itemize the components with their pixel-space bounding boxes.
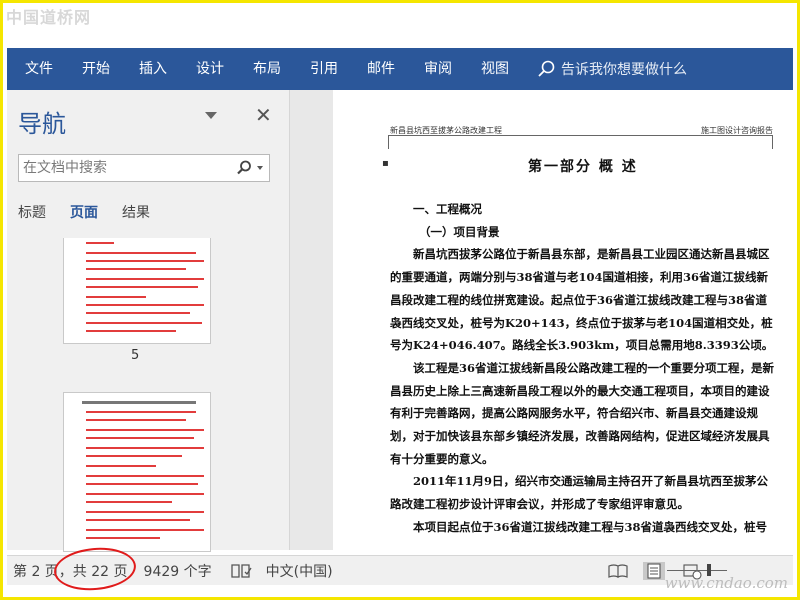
thumbnail-text (86, 268, 186, 270)
thumbnail-text (86, 437, 194, 439)
nav-tab-headings[interactable]: 标题 (18, 202, 46, 222)
tell-me-text: 告诉我你想要做什么 (561, 62, 687, 78)
margin-corner-marker (772, 135, 773, 149)
tell-me-box[interactable]: 告诉我你想要做什么 (537, 59, 687, 79)
thumbnail-text (82, 401, 196, 404)
nav-tab-pages[interactable]: 页面 (70, 202, 98, 222)
thumbnail-text (86, 322, 202, 324)
section-heading: 一、工程概况 (413, 202, 482, 216)
document-page[interactable]: 新昌县坑西至拔茅公路改建工程 施工图设计咨询报告 ▪ 第一部分 概 述 一、工程… (333, 90, 793, 550)
chevron-down-icon[interactable] (257, 166, 263, 170)
thumbnail-text (86, 455, 182, 457)
ribbon-tabs: 文件 开始 插入 设计 布局 引用 邮件 审阅 视图 告诉我你想要做什么 (7, 48, 793, 90)
thumbnail-text (86, 242, 114, 244)
thumbnail-text (86, 493, 204, 495)
print-layout-icon[interactable] (643, 561, 665, 580)
body-paragraph: 新昌坑西拔茅公路位于新昌县东部，是新昌县工业园区通达新昌县城区的重要通道，两端分… (390, 247, 774, 353)
thumbnail-text (86, 511, 204, 513)
word-count[interactable]: 9429 个字 (138, 561, 218, 581)
thumbnail-text (86, 447, 204, 449)
thumbnail-text (86, 260, 204, 262)
tab-review[interactable]: 审阅 (409, 48, 466, 90)
navigation-pane: 导航 ✕ 标题 页面 结果 5 (7, 90, 290, 552)
thumbnail-text (86, 411, 196, 413)
document-area[interactable]: 新昌县坑西至拔茅公路改建工程 施工图设计咨询报告 ▪ 第一部分 概 述 一、工程… (290, 90, 793, 550)
subsection-heading: （一）项目背景 (419, 224, 500, 239)
proofing-icon[interactable] (230, 563, 252, 579)
tab-view[interactable]: 视图 (466, 48, 523, 90)
nav-tab-results[interactable]: 结果 (122, 202, 150, 222)
thumbnail-text (86, 304, 204, 306)
thumbnail-text (86, 286, 198, 288)
language-indicator[interactable]: 中文(中国) (260, 561, 339, 581)
header-rule (388, 135, 773, 136)
margin-corner-marker (388, 135, 389, 149)
nav-tabs: 标题 页面 结果 (18, 202, 174, 222)
thumbnail-text (86, 419, 186, 421)
tab-file[interactable]: 文件 (7, 48, 67, 90)
thumbnail-text (86, 483, 198, 485)
page-thumbnail[interactable] (63, 238, 211, 344)
thumbnail-text (86, 278, 204, 280)
thumbnail-text (86, 429, 204, 431)
nav-title: 导航 (18, 110, 66, 138)
body-paragraph: 2011年11月9日，绍兴市交通运输局主持召开了新昌县坑西至拔茅公路改建工程初步… (390, 474, 769, 512)
tab-home[interactable]: 开始 (67, 48, 124, 90)
paragraph-bullet: ▪ (382, 158, 389, 169)
close-icon[interactable]: ✕ (255, 103, 272, 127)
thumbnail-text (86, 529, 204, 531)
tab-references[interactable]: 引用 (295, 48, 352, 90)
watermark-logo: 中国道桥网 (6, 8, 92, 27)
search-icon[interactable] (235, 159, 253, 177)
search-icon (538, 60, 555, 77)
zoom-slider[interactable] (667, 570, 727, 571)
tab-design[interactable]: 设计 (181, 48, 238, 90)
body-paragraph: 该工程是36省道江拔线新昌段公路改建工程的一个重要分项工程，是新昌县历史上除上三… (390, 360, 774, 466)
thumbnail-text (86, 296, 146, 298)
thumbnail-text (86, 537, 160, 539)
thumbnail-text (86, 252, 196, 254)
thumbnail-text (86, 330, 176, 332)
page-thumbnail[interactable] (63, 392, 211, 552)
thumbnail-page-number: 5 (131, 348, 140, 363)
document-body[interactable]: 一、工程概况 （一）项目背景 新昌坑西拔茅公路位于新昌县东部，是新昌县工业园区通… (390, 198, 778, 539)
thumbnail-text (86, 475, 204, 477)
body-paragraph: 本项目起点位于36省道江拔线改建工程与38省道袅西线交叉处，桩号 (413, 519, 768, 534)
nav-search-box[interactable] (18, 154, 270, 182)
tab-layout[interactable]: 布局 (238, 48, 295, 90)
thumbnail-text (86, 501, 172, 503)
watermark-url: www.cndao.com (664, 574, 788, 592)
tab-mailings[interactable]: 邮件 (352, 48, 409, 90)
tab-insert[interactable]: 插入 (124, 48, 181, 90)
thumbnail-text (86, 312, 190, 314)
thumbnail-text (86, 519, 190, 521)
read-mode-icon[interactable] (607, 562, 629, 580)
document-heading: 第一部分 概 述 (528, 159, 638, 175)
nav-options-dropdown-icon[interactable] (205, 112, 217, 119)
search-input[interactable] (19, 155, 229, 181)
thumbnail-text (86, 465, 156, 467)
